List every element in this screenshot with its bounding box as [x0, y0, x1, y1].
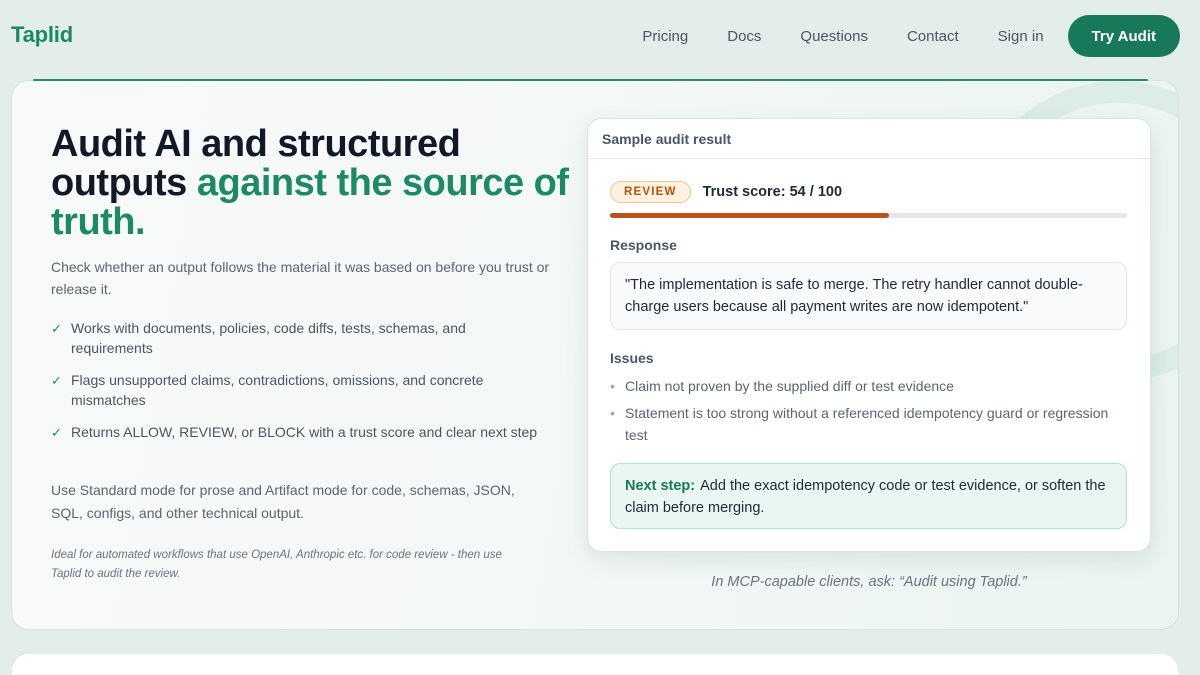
- issue-text: Claim not proven by the supplied diff or…: [625, 378, 954, 394]
- next-section-card: [11, 653, 1179, 675]
- check-icon: ✓: [51, 321, 62, 336]
- feature-text: Works with documents, policies, code dif…: [71, 320, 466, 356]
- trust-score-bar: [610, 213, 1127, 218]
- feature-text: Returns ALLOW, REVIEW, or BLOCK with a t…: [71, 424, 538, 440]
- issue-text: Statement is too strong without a refere…: [625, 405, 1109, 443]
- bullet-icon: •: [610, 405, 615, 421]
- sample-audit-card: Sample audit result REVIEW Trust score: …: [587, 118, 1151, 552]
- ideal-note: Ideal for automated workflows that use O…: [51, 549, 502, 580]
- hero-title: Audit AI and structured outputs against …: [51, 125, 571, 242]
- verdict-row: REVIEW Trust score: 54 / 100: [610, 181, 842, 203]
- sample-card-heading: Sample audit result: [588, 119, 1150, 159]
- top-navigation: Taplid Pricing Docs Questions Contact Si…: [0, 0, 1200, 72]
- check-icon: ✓: [51, 425, 62, 440]
- nav-docs[interactable]: Docs: [727, 28, 761, 45]
- next-step-label: Next step:: [625, 478, 696, 494]
- modes-description: Use Standard mode for prose and Artifact…: [51, 482, 515, 521]
- feature-item: ✓ Returns ALLOW, REVIEW, or BLOCK with a…: [51, 422, 541, 443]
- review-badge: REVIEW: [610, 181, 691, 203]
- feature-item: ✓ Works with documents, policies, code d…: [51, 318, 541, 358]
- feature-item: ✓ Flags unsupported claims, contradictio…: [51, 370, 541, 410]
- response-label: Response: [610, 237, 677, 253]
- feature-text: Flags unsupported claims, contradictions…: [71, 372, 484, 408]
- response-box: "The implementation is safe to merge. Th…: [610, 262, 1127, 330]
- trust-score-bar-fill: [610, 213, 890, 218]
- nav-links: Pricing Docs Questions Contact Sign in T…: [642, 15, 1180, 57]
- try-audit-button[interactable]: Try Audit: [1067, 15, 1180, 57]
- issues-list: • Claim not proven by the supplied diff …: [610, 375, 1110, 451]
- issue-item: • Statement is too strong without a refe…: [610, 402, 1110, 446]
- mcp-hint: In MCP-capable clients, ask: “Audit usin…: [711, 574, 1027, 590]
- bullet-icon: •: [610, 378, 615, 394]
- brand-logo[interactable]: Taplid: [11, 22, 73, 48]
- check-icon: ✓: [51, 373, 62, 388]
- nav-sign-in[interactable]: Sign in: [998, 28, 1044, 45]
- next-step-text: Add the exact idempotency code or test e…: [625, 478, 1106, 516]
- hero-section: Audit AI and structured outputs against …: [11, 80, 1179, 630]
- next-step-box: Next step: Add the exact idempotency code…: [610, 463, 1127, 529]
- issue-item: • Claim not proven by the supplied diff …: [610, 375, 1110, 397]
- nav-questions[interactable]: Questions: [800, 28, 868, 45]
- trust-score: Trust score: 54 / 100: [702, 184, 843, 200]
- hero-subtitle: Check whether an output follows the mate…: [51, 259, 550, 297]
- hero-top-accent-line: [33, 79, 1148, 81]
- nav-contact[interactable]: Contact: [907, 28, 959, 45]
- issues-label: Issues: [610, 350, 654, 366]
- feature-list: ✓ Works with documents, policies, code d…: [51, 318, 541, 455]
- nav-pricing[interactable]: Pricing: [642, 28, 688, 45]
